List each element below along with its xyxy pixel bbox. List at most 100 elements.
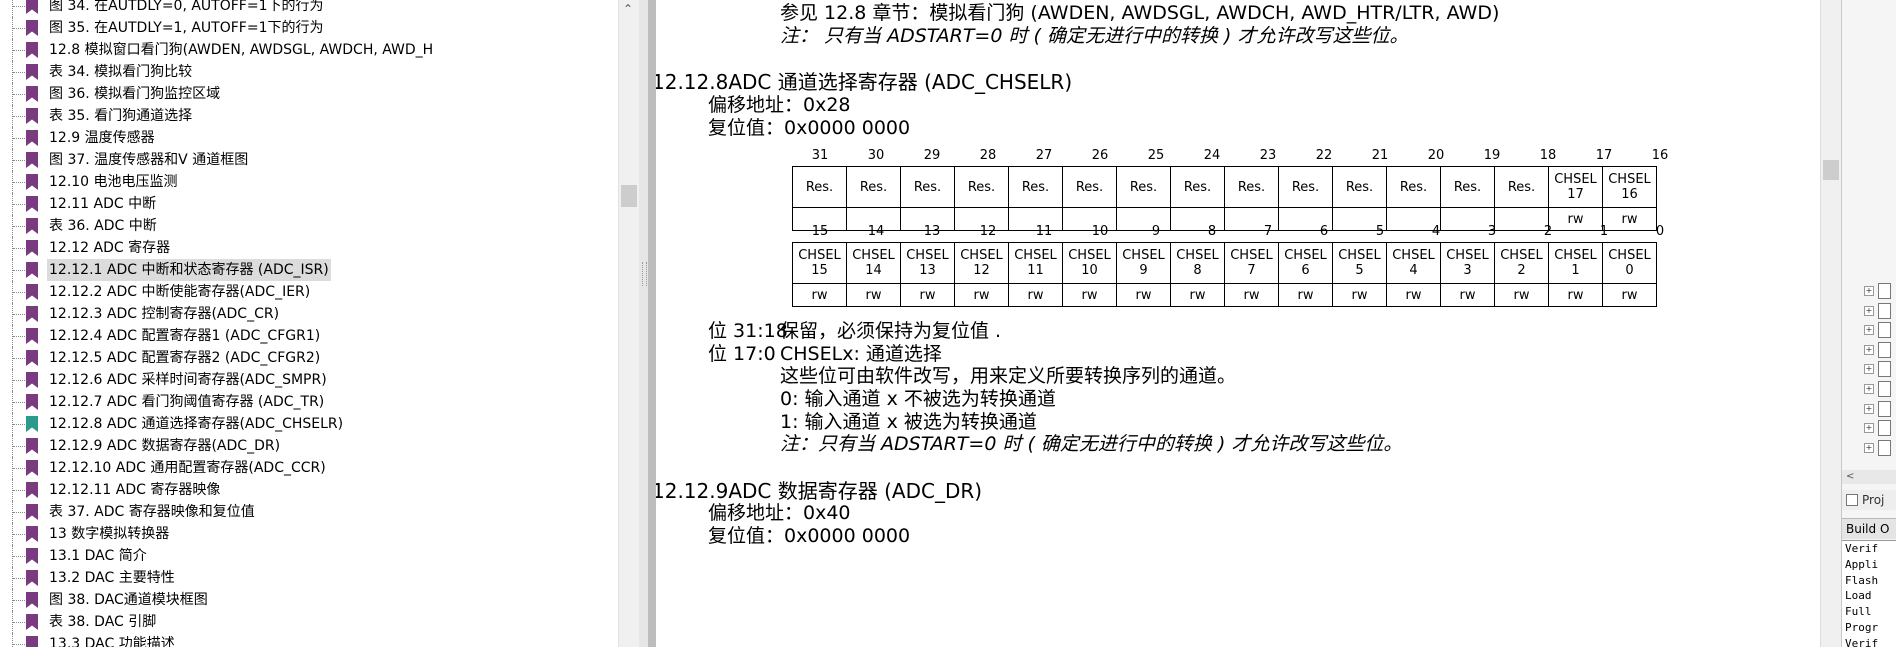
expand-icon[interactable]: + — [1864, 286, 1874, 296]
file-icon — [1878, 341, 1891, 358]
bookmark-item[interactable]: 12.12.5 ADC 配置寄存器2 (ADC_CFGR2) — [0, 347, 620, 369]
project-tree-node[interactable]: + — [1864, 419, 1894, 437]
expand-icon[interactable]: + — [1864, 305, 1874, 316]
file-icon — [1878, 361, 1891, 378]
build-output-log[interactable]: Verif Appli Flash Load Full Progr Verif — [1842, 540, 1896, 647]
bookmark-item[interactable]: 表 37. ADC 寄存器映像和复位值 — [0, 501, 620, 523]
bookmark-item[interactable]: 12.12.3 ADC 控制寄存器(ADC_CR) — [0, 303, 620, 325]
bookmark-item[interactable]: 12.12.9 ADC 数据寄存器(ADC_DR) — [0, 435, 620, 457]
bookmark-item[interactable]: 12.12.8 ADC 通道选择寄存器(ADC_CHSELR) — [0, 413, 620, 435]
bit-number: 31 — [811, 148, 829, 163]
expand-icon[interactable]: + — [1864, 384, 1874, 394]
tree-connector — [12, 545, 27, 567]
bookmark-item[interactable]: 图 37. 温度传感器和V 通道框图 — [0, 149, 620, 171]
register-field-name: Res. — [1008, 166, 1063, 208]
bookmark-item[interactable]: 12.12.11 ADC 寄存器映像 — [0, 479, 620, 501]
register-field-access: rw — [1008, 283, 1063, 307]
tree-connector — [12, 193, 27, 215]
project-tree-node[interactable]: + — [1864, 360, 1894, 378]
tree-connector — [12, 171, 27, 193]
project-tree-node[interactable]: + — [1864, 439, 1894, 457]
bookmark-flag-icon — [26, 504, 38, 520]
expand-icon[interactable]: + — [1864, 364, 1874, 375]
bookmark-item[interactable]: 13 数字模拟转换器 — [0, 523, 620, 545]
bit-number: 25 — [1147, 148, 1165, 163]
bookmark-label: 12.12.3 ADC 控制寄存器(ADC_CR) — [49, 306, 280, 322]
bookmark-item[interactable]: 13.3 DAC 功能描述 — [0, 633, 620, 647]
bookmark-item[interactable]: 12.12.7 ADC 看门狗阈值寄存器 (ADC_TR) — [0, 391, 620, 413]
tree-connector — [12, 501, 27, 523]
project-tree-node[interactable]: + — [1864, 380, 1894, 398]
register-field-access: rw — [954, 283, 1009, 307]
register-field-name: Res. — [1386, 166, 1441, 208]
project-tree-node[interactable]: + — [1864, 321, 1894, 339]
bookmark-item[interactable]: 图 38. DAC通道模块框图 — [0, 589, 620, 611]
expand-icon[interactable]: + — [1864, 344, 1874, 355]
bookmark-flag-icon — [26, 482, 38, 498]
tree-connector — [12, 457, 27, 479]
bookmark-flag-icon — [26, 174, 38, 190]
bookmark-item[interactable]: 12.8 模拟窗口看门狗(AWDEN, AWDSGL, AWDCH, AWD_H — [0, 39, 620, 61]
bookmark-item[interactable]: 12.12.6 ADC 采样时间寄存器(ADC_SMPR) — [0, 369, 620, 391]
expand-icon[interactable]: + — [1864, 442, 1874, 453]
register-field-access: rw — [1332, 283, 1387, 307]
project-tree-hscrollbar[interactable]: < — [1842, 470, 1896, 484]
bit-number: 27 — [1035, 148, 1053, 163]
expand-icon[interactable]: + — [1864, 423, 1874, 434]
file-icon — [1878, 381, 1891, 397]
project-tree-node[interactable]: + — [1864, 282, 1894, 300]
tree-connector — [12, 237, 27, 259]
bookmark-label: 12.12.2 ADC 中断使能寄存器(ADC_IER) — [49, 284, 311, 300]
tree-connector — [12, 479, 27, 501]
bit-number: 19 — [1483, 148, 1501, 163]
bookmark-label: 表 35. 看门狗通道选择 — [49, 108, 193, 124]
bookmark-flag-icon — [26, 460, 38, 476]
bookmark-item[interactable]: 13.2 DAC 主要特性 — [0, 567, 620, 589]
build-log-line: Verif — [1845, 636, 1879, 647]
project-tab[interactable]: Proj — [1842, 490, 1896, 510]
bookmark-item[interactable]: 12.10 电池电压监测 — [0, 171, 620, 193]
expand-icon[interactable]: + — [1864, 403, 1874, 414]
panel-splitter[interactable] — [639, 0, 648, 647]
bookmark-item[interactable]: 图 36. 模拟看门狗监控区域 — [0, 83, 620, 105]
tree-connector — [12, 259, 27, 281]
register-field-name: Res. — [1494, 166, 1549, 208]
bookmark-item[interactable]: 12.12.4 ADC 配置寄存器1 (ADC_CFGR1) — [0, 325, 620, 347]
bookmark-item[interactable]: 12.12 ADC 寄存器 — [0, 237, 620, 259]
bookmark-item[interactable]: 12.12.1 ADC 中断和状态寄存器 (ADC_ISR) — [0, 259, 620, 281]
bookmark-item[interactable]: 图 34. 在AUTDLY=0, AUTOFF=1下的行为 — [0, 0, 620, 17]
bookmark-flag-icon — [26, 240, 38, 256]
tree-connector — [12, 567, 27, 589]
build-log-line: Progr — [1845, 620, 1879, 634]
bookmark-label: 图 35. 在AUTDLY=1, AUTOFF=1下的行为 — [49, 20, 324, 36]
document-scroll-thumb[interactable] — [1823, 160, 1839, 180]
bookmark-item[interactable]: 12.12.10 ADC 通用配置寄存器(ADC_CCR) — [0, 457, 620, 479]
bit-number: 28 — [979, 148, 997, 163]
bookmark-item[interactable]: 12.12.2 ADC 中断使能寄存器(ADC_IER) — [0, 281, 620, 303]
bookmark-label: 12.12 ADC 寄存器 — [49, 240, 171, 256]
bit-number: 30 — [867, 148, 885, 163]
bookmark-item[interactable]: 12.9 温度传感器 — [0, 127, 620, 149]
document-scrollbar[interactable] — [1820, 0, 1842, 647]
bookmark-item[interactable]: 13.1 DAC 简介 — [0, 545, 620, 567]
tree-connector — [12, 413, 27, 435]
bookmark-item[interactable]: 图 35. 在AUTDLY=1, AUTOFF=1下的行为 — [0, 17, 620, 39]
chevron-up-icon[interactable]: ⌃ — [623, 2, 633, 16]
bookmark-item[interactable]: 表 36. ADC 中断 — [0, 215, 620, 237]
bookmark-scroll-thumb[interactable] — [621, 185, 637, 207]
bookmark-item[interactable]: 12.11 ADC 中断 — [0, 193, 620, 215]
project-tree-node[interactable]: + — [1864, 400, 1894, 418]
project-tree-node[interactable]: + — [1864, 341, 1894, 359]
project-tree-node[interactable]: + — [1864, 302, 1894, 320]
register-field-name: CHSEL 1 — [1548, 242, 1603, 284]
tree-connector — [12, 303, 27, 325]
bookmark-item[interactable]: 表 34. 模拟看门狗比较 — [0, 61, 620, 83]
bookmark-item[interactable]: 表 35. 看门狗通道选择 — [0, 105, 620, 127]
bookmark-scrollbar[interactable]: ⌃ — [618, 0, 640, 647]
register-field-name: CHSEL 6 — [1278, 242, 1333, 284]
bookmark-item[interactable]: 表 38. DAC 引脚 — [0, 611, 620, 633]
bit-number: 9 — [1151, 224, 1161, 239]
tree-connector — [12, 523, 27, 545]
bit-number: 4 — [1431, 224, 1441, 239]
expand-icon[interactable]: + — [1864, 325, 1874, 336]
